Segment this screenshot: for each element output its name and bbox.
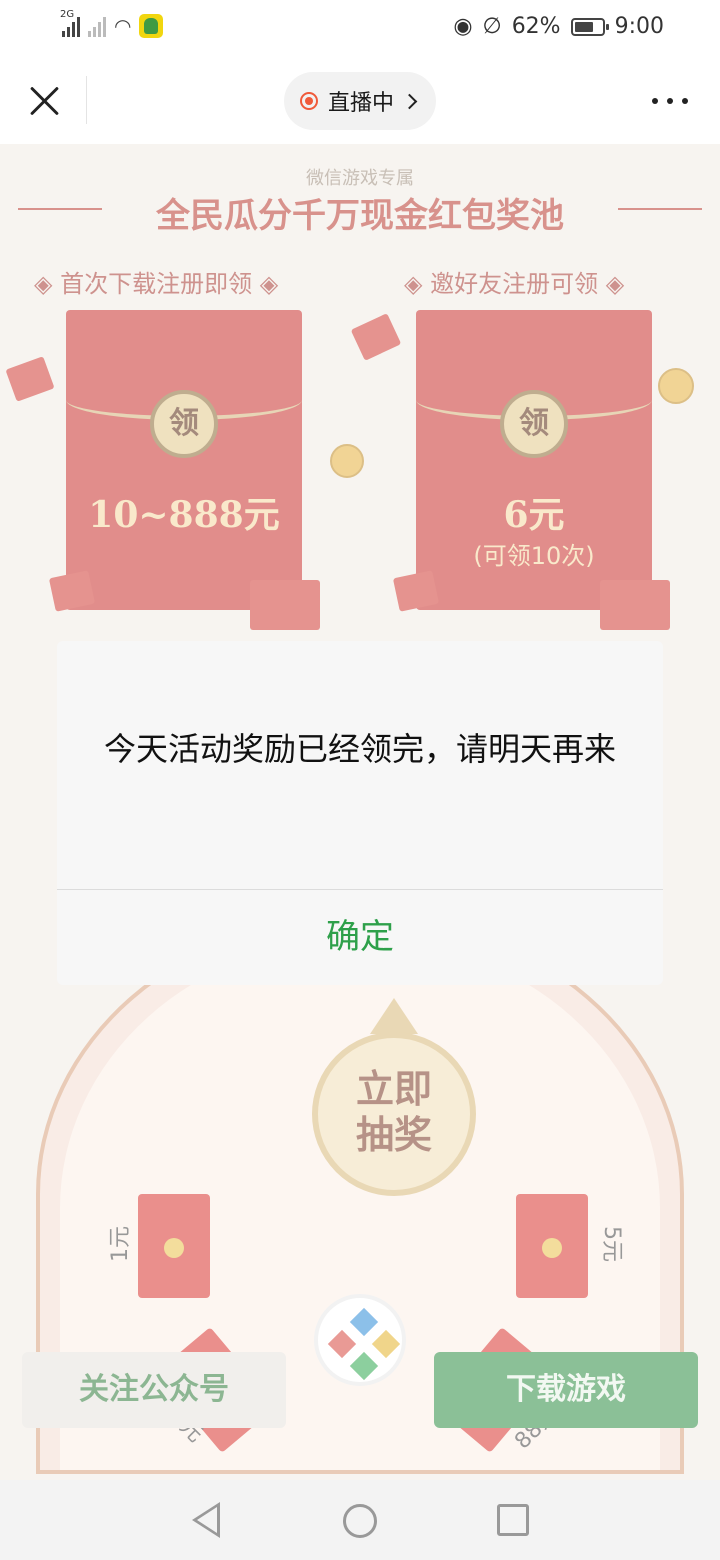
- recent-apps-icon[interactable]: [497, 1504, 529, 1536]
- status-left: 2G ◠: [60, 9, 164, 38]
- home-icon[interactable]: [343, 1504, 377, 1538]
- battery-icon: [570, 17, 609, 36]
- wifi-icon: ◠: [114, 14, 132, 38]
- signal-icon: 2G: [60, 9, 80, 37]
- eye-icon: ◉: [453, 14, 473, 39]
- live-dot-icon: [300, 92, 318, 110]
- battery-percent: 62%: [511, 14, 561, 39]
- app-notification-icon: [139, 14, 164, 38]
- live-status-button[interactable]: 直播中: [284, 72, 436, 130]
- back-icon[interactable]: [192, 1502, 220, 1538]
- signal-secondary-icon: [88, 15, 106, 37]
- status-right: ◉ ∅ 62% 9:00: [453, 14, 664, 39]
- live-label: 直播中: [328, 91, 395, 116]
- clock: 9:00: [614, 14, 664, 39]
- alert-dialog: 今天活动奖励已经领完，请明天再来 确定: [57, 641, 663, 985]
- nav-bar: 直播中: [0, 58, 720, 144]
- dialog-message: 今天活动奖励已经领完，请明天再来: [103, 730, 616, 768]
- confirm-button[interactable]: 确定: [57, 890, 663, 985]
- network-type: 2G: [60, 9, 75, 20]
- status-bar: 2G ◠ ◉ ∅ 62% 9:00: [0, 0, 720, 58]
- chevron-right-icon: [401, 93, 418, 109]
- nav-divider: [86, 76, 87, 124]
- close-icon[interactable]: [24, 80, 66, 122]
- more-options-icon[interactable]: [652, 98, 688, 104]
- mute-bell-icon: ∅: [482, 14, 502, 39]
- system-nav-bar: [0, 1480, 720, 1560]
